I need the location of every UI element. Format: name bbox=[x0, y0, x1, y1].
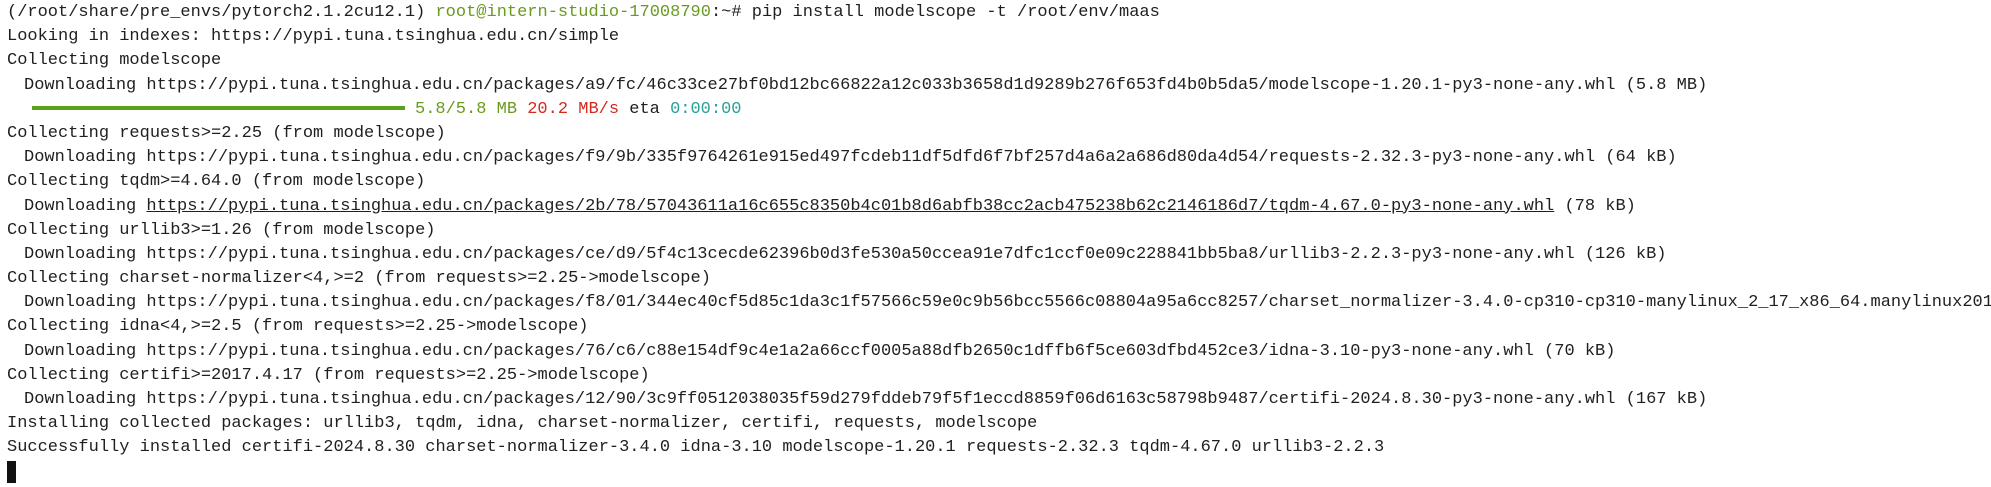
conda-env: (/root/share/pre_envs/pytorch2.1.2cu12.1… bbox=[7, 3, 426, 22]
download-line: Downloading https://pypi.tuna.tsinghua.e… bbox=[24, 148, 1677, 168]
user-host: root@intern-studio-17008790 bbox=[435, 3, 711, 22]
progress-line: 5.8/5.8 MB 20.2 MB/s eta 0:00:00 bbox=[7, 98, 1991, 122]
progress-size: 5.8/5.8 MB bbox=[415, 99, 518, 119]
download-line: Downloading https://pypi.tuna.tsinghua.e… bbox=[7, 195, 1991, 219]
output-line: Installing collected packages: urllib3, … bbox=[7, 414, 1038, 434]
success-line: Successfully installed certifi-2024.8.30… bbox=[7, 438, 1385, 458]
progress-bar bbox=[32, 106, 405, 111]
download-line: Downloading https://pypi.tuna.tsinghua.e… bbox=[24, 75, 1708, 95]
terminal-window[interactable]: (/root/share/pre_envs/pytorch2.1.2cu12.1… bbox=[0, 0, 1991, 487]
download-line: Downloading https://pypi.tuna.tsinghua.e… bbox=[24, 341, 1616, 361]
output-line: Collecting certifi>=2017.4.17 (from requ… bbox=[7, 365, 650, 385]
prompt-path: :~# bbox=[710, 3, 742, 22]
output-line: Collecting requests>=2.25 (from modelsco… bbox=[7, 123, 446, 143]
download-link[interactable]: https://pypi.tuna.tsinghua.edu.cn/packag… bbox=[146, 197, 1554, 216]
output-line: Collecting modelscope bbox=[7, 51, 222, 71]
output-line: Collecting tqdm>=4.64.0 (from modelscope… bbox=[7, 172, 426, 192]
prompt-line: (/root/share/pre_envs/pytorch2.1.2cu12.1… bbox=[7, 1, 1991, 25]
output-line: Looking in indexes: https://pypi.tuna.ts… bbox=[7, 27, 620, 47]
download-line: Downloading https://pypi.tuna.tsinghua.e… bbox=[24, 293, 1991, 313]
output-line: Collecting charset-normalizer<4,>=2 (fro… bbox=[7, 269, 711, 289]
download-prefix: Downloading bbox=[24, 196, 147, 216]
cursor-line[interactable] bbox=[7, 460, 1991, 485]
eta-value: 0:00:00 bbox=[670, 99, 742, 119]
output-line: Collecting urllib3>=1.26 (from modelscop… bbox=[7, 220, 436, 240]
eta-label: eta bbox=[629, 99, 660, 119]
terminal-cursor bbox=[7, 460, 16, 483]
download-line: Downloading https://pypi.tuna.tsinghua.e… bbox=[24, 390, 1708, 409]
output-line: Collecting idna<4,>=2.5 (from requests>=… bbox=[7, 317, 589, 337]
download-size: (78 kB) bbox=[1554, 196, 1636, 216]
command-text: pip install modelscope -t /root/env/maas bbox=[751, 3, 1160, 22]
download-line: Downloading https://pypi.tuna.tsinghua.e… bbox=[24, 244, 1667, 264]
progress-speed: 20.2 MB/s bbox=[527, 99, 620, 119]
